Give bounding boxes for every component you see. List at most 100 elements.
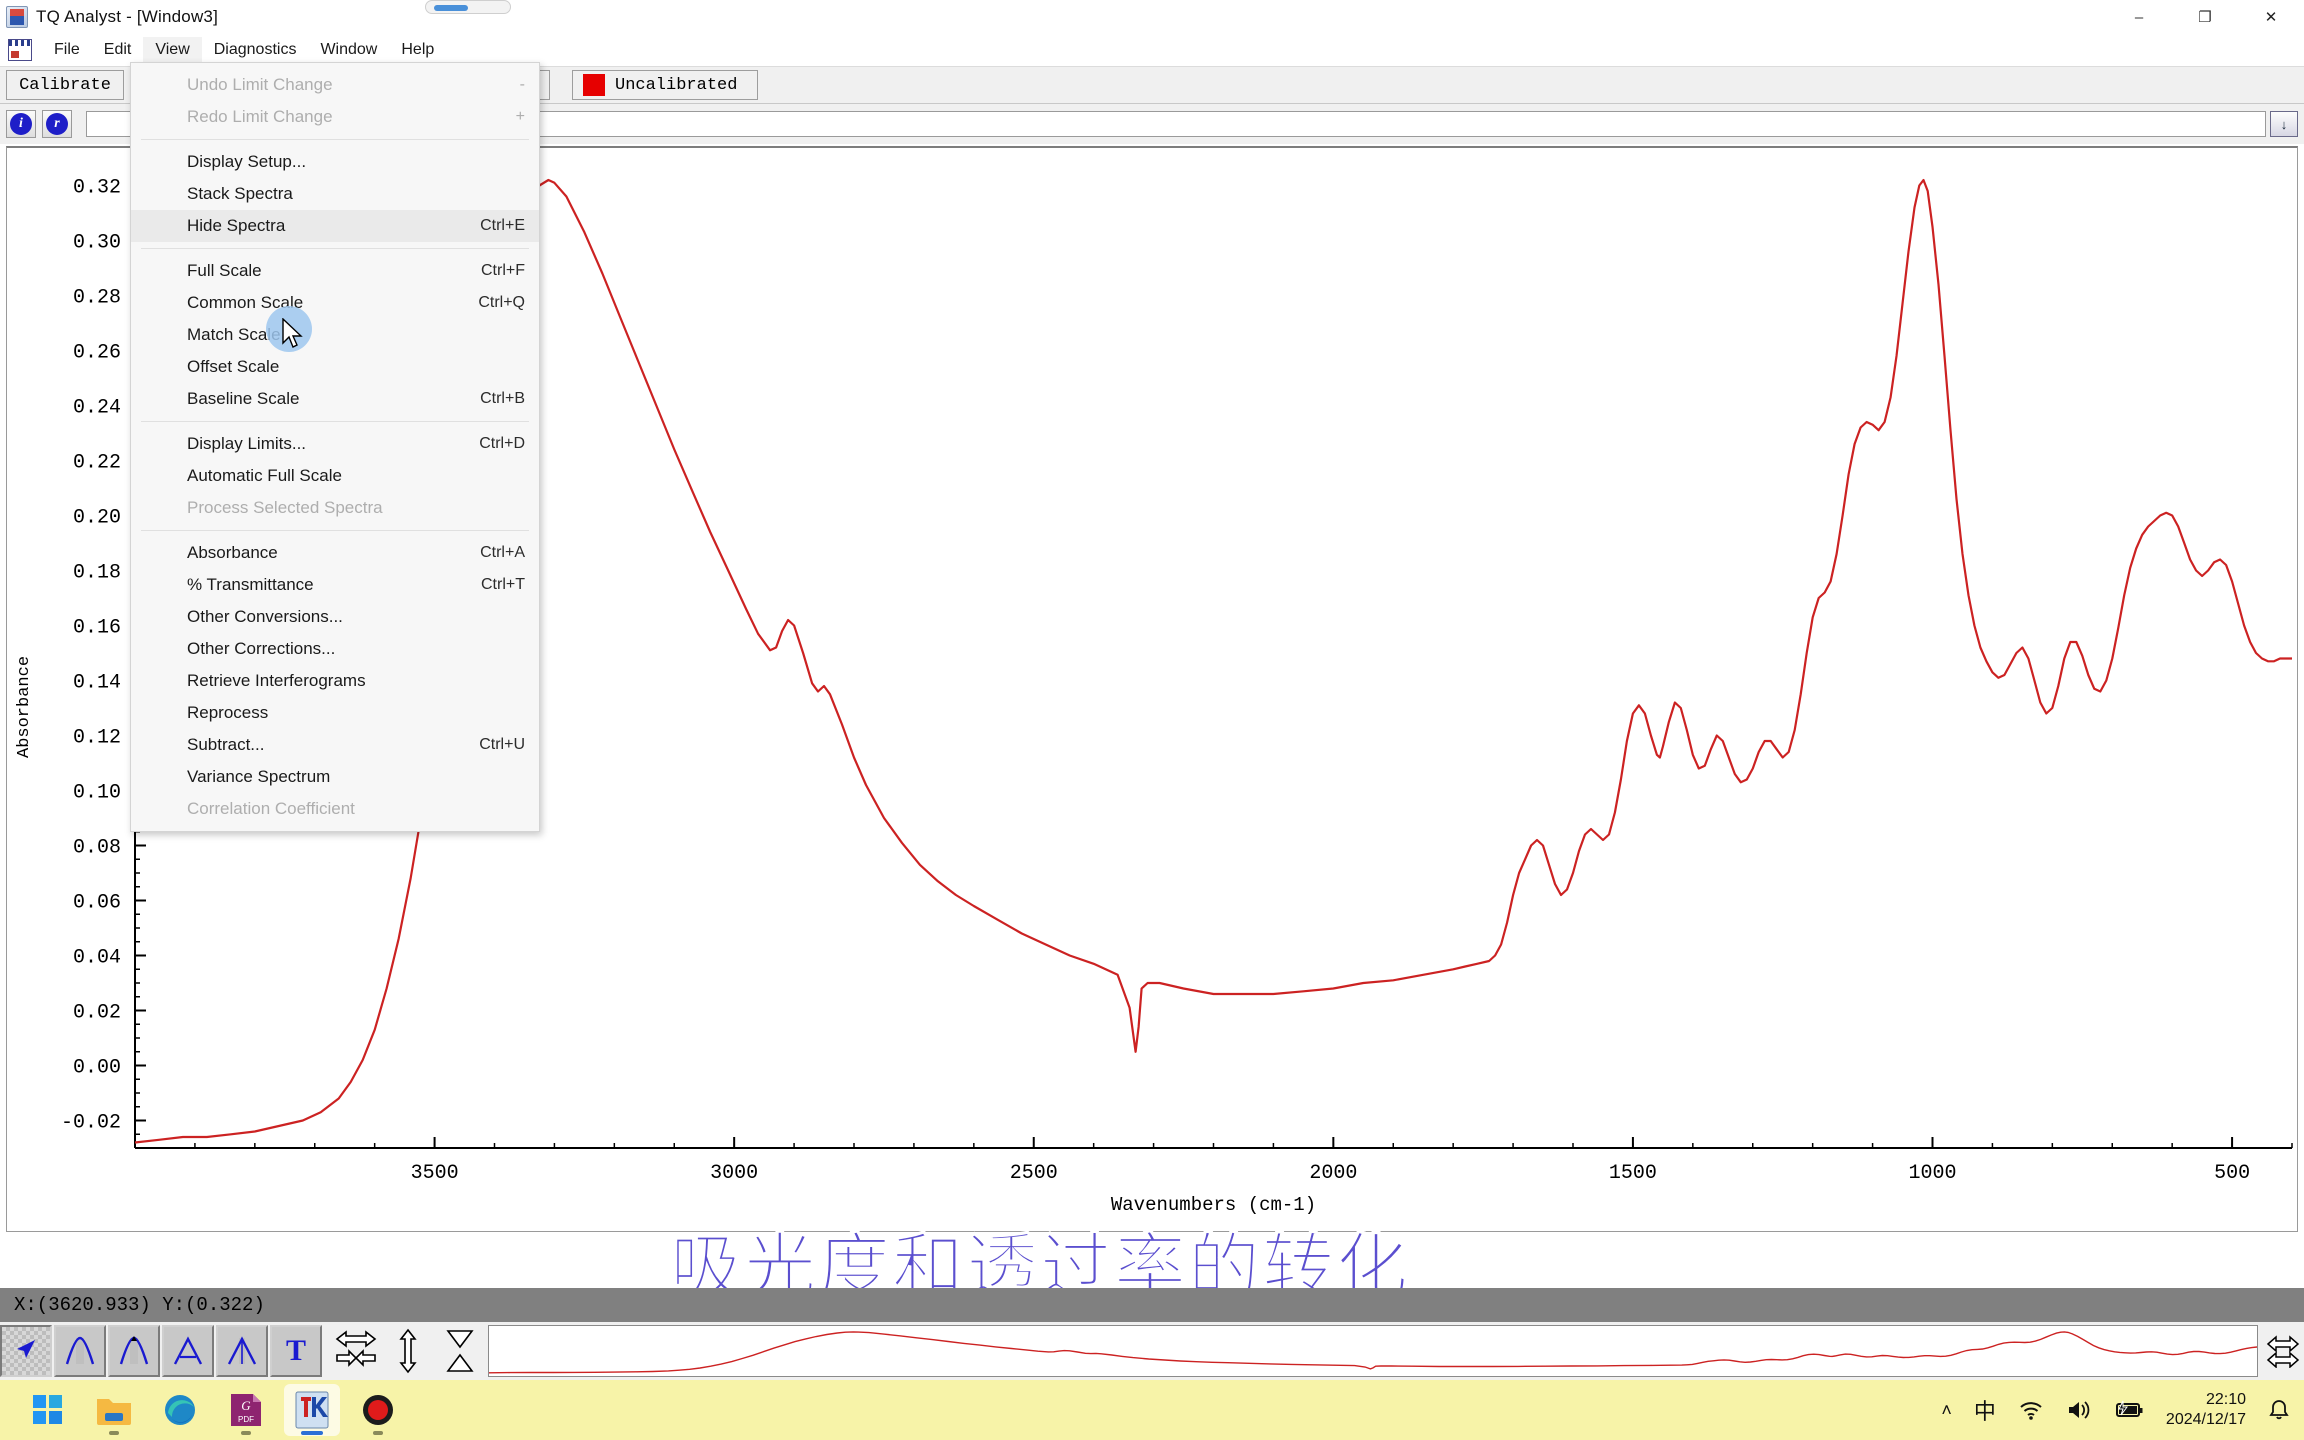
expand-minimap-icon[interactable] (2262, 1325, 2304, 1377)
screen-recorder-button[interactable] (350, 1384, 406, 1436)
status-color-swatch (583, 74, 605, 96)
menu-item-shortcut: Ctrl+T (481, 576, 525, 593)
svg-text:-0.02: -0.02 (61, 1112, 121, 1135)
close-button[interactable]: ✕ (2238, 0, 2304, 34)
notification-bell-icon[interactable] (2268, 1398, 2290, 1422)
reference-button[interactable]: r (42, 110, 72, 138)
taskbar-clock[interactable]: 22:10 2024/12/17 (2166, 1390, 2246, 1430)
document-icon (8, 39, 32, 61)
menu-item-absorbance[interactable]: Absorbance Ctrl+A (131, 537, 539, 569)
battery-charging-icon[interactable] (2114, 1399, 2144, 1421)
menu-item-reprocess[interactable]: Reprocess (131, 697, 539, 729)
calibrate-button[interactable]: Calibrate (6, 70, 124, 100)
calibration-status-label: Uncalibrated (615, 75, 738, 95)
svg-text:0.20: 0.20 (73, 507, 121, 530)
menu-item-hide-spectra[interactable]: Hide Spectra Ctrl+E (131, 210, 539, 242)
menu-item-other-corrections[interactable]: Other Corrections... (131, 633, 539, 665)
menu-help[interactable]: Help (389, 37, 446, 63)
svg-text:0.26: 0.26 (73, 342, 121, 365)
menu-separator (141, 139, 529, 140)
menu-diagnostics[interactable]: Diagnostics (202, 37, 309, 63)
menu-item-process-selected-spectra: Process Selected Spectra (131, 492, 539, 524)
menu-item-automatic-full-scale[interactable]: Automatic Full Scale (131, 460, 539, 492)
info-icon: i (10, 113, 32, 135)
volume-icon[interactable] (2066, 1399, 2092, 1421)
select-arrow-tool[interactable] (0, 1325, 52, 1377)
svg-text:0.30: 0.30 (73, 232, 121, 255)
svg-text:3000: 3000 (710, 1162, 758, 1185)
svg-text:1000: 1000 (1908, 1162, 1956, 1185)
running-indicator (109, 1431, 119, 1435)
svg-text:2500: 2500 (1010, 1162, 1058, 1185)
svg-text:0.22: 0.22 (73, 452, 121, 475)
menu-item-redo-limit-change: Redo Limit Change + (131, 101, 539, 133)
file-explorer-button[interactable] (86, 1384, 142, 1436)
tq-analyst-button[interactable] (284, 1384, 340, 1436)
menu-item-shortcut: + (515, 108, 525, 125)
svg-text:0.08: 0.08 (73, 837, 121, 860)
cursor-coordinate-bar: X:(3620.933) Y:(0.322) (0, 1288, 2304, 1322)
menu-item-shortcut: Ctrl+B (480, 390, 525, 407)
menu-view[interactable]: View (143, 37, 202, 63)
maximize-button[interactable]: ❐ (2172, 0, 2238, 34)
start-button[interactable] (20, 1384, 76, 1436)
menu-file[interactable]: File (42, 37, 92, 63)
svg-text:0.24: 0.24 (73, 397, 121, 420)
microsoft-edge-button[interactable] (152, 1384, 208, 1436)
menu-edit[interactable]: Edit (92, 37, 144, 63)
menu-item-label: Undo Limit Change (187, 75, 333, 94)
menu-item-offset-scale[interactable]: Offset Scale (131, 351, 539, 383)
menu-item-shortcut: Ctrl+D (479, 435, 525, 452)
menu-window[interactable]: Window (308, 37, 389, 63)
menu-item-baseline-scale[interactable]: Baseline Scale Ctrl+B (131, 383, 539, 415)
spectrum-list-dropdown-button[interactable]: ↓ (2270, 111, 2298, 137)
svg-text:0.32: 0.32 (73, 177, 121, 200)
reference-icon: r (46, 113, 68, 135)
peak-height-tool[interactable] (108, 1325, 160, 1377)
menu-item-display-limits[interactable]: Display Limits... Ctrl+D (131, 428, 539, 460)
svg-text:0.18: 0.18 (73, 562, 121, 585)
taskbar-apps: G PDF (20, 1384, 406, 1436)
menu-item-retrieve-interferograms[interactable]: Retrieve Interferograms (131, 665, 539, 697)
menu-item-stack-spectra[interactable]: Stack Spectra (131, 178, 539, 210)
menu-item-display-setup[interactable]: Display Setup... (131, 146, 539, 178)
menu-item-subtract[interactable]: Subtract... Ctrl+U (131, 729, 539, 761)
menu-item-transmittance[interactable]: % Transmittance Ctrl+T (131, 569, 539, 601)
menu-item-label: Stack Spectra (187, 184, 293, 203)
svg-text:0.00: 0.00 (73, 1057, 121, 1080)
ime-chinese-icon[interactable]: 中 (1974, 1394, 1996, 1426)
vertical-expand-icon[interactable] (382, 1325, 434, 1377)
menu-item-match-scale[interactable]: Match Scale (131, 319, 539, 351)
info-button[interactable]: i (6, 110, 36, 138)
collapse-vertical-icon[interactable] (434, 1325, 486, 1377)
menu-item-full-scale[interactable]: Full Scale Ctrl+F (131, 255, 539, 287)
horizontal-expand-icon[interactable] (330, 1325, 382, 1377)
menu-item-other-conversions[interactable]: Other Conversions... (131, 601, 539, 633)
wifi-icon[interactable] (2018, 1399, 2044, 1421)
chevron-up-icon[interactable]: ˄ (1941, 1400, 1952, 1421)
menu-item-label: Baseline Scale (187, 389, 300, 408)
peak-ratio-tool[interactable] (162, 1325, 214, 1377)
menu-item-common-scale[interactable]: Common Scale Ctrl+Q (131, 287, 539, 319)
window-controls: – ❐ ✕ (2106, 0, 2304, 34)
menu-item-label: Subtract... (187, 735, 265, 754)
peak-area-tool[interactable] (54, 1325, 106, 1377)
svg-text:0.28: 0.28 (73, 287, 121, 310)
pdf-reader-button[interactable]: G PDF (218, 1384, 274, 1436)
running-indicator (241, 1431, 251, 1435)
calibration-status-badge: Uncalibrated (572, 70, 758, 100)
svg-text:0.14: 0.14 (73, 672, 121, 695)
recording-pill-indicator[interactable] (425, 0, 511, 14)
menu-item-shortcut: Ctrl+U (479, 736, 525, 753)
running-indicator (301, 1431, 323, 1435)
view-menu-dropdown[interactable]: Undo Limit Change - Redo Limit Change + Disp… (130, 62, 540, 832)
menu-item-label: Other Corrections... (187, 639, 336, 658)
svg-text:0.12: 0.12 (73, 727, 121, 750)
spectrum-overview-minimap[interactable] (488, 1325, 2258, 1377)
menu-item-variance-spectrum[interactable]: Variance Spectrum (131, 761, 539, 793)
bottom-tool-strip: T (0, 1322, 2304, 1380)
text-tool[interactable]: T (270, 1325, 322, 1377)
peak-shade-tool[interactable] (216, 1325, 268, 1377)
menu-item-label: Display Setup... (187, 152, 307, 171)
minimize-button[interactable]: – (2106, 0, 2172, 34)
